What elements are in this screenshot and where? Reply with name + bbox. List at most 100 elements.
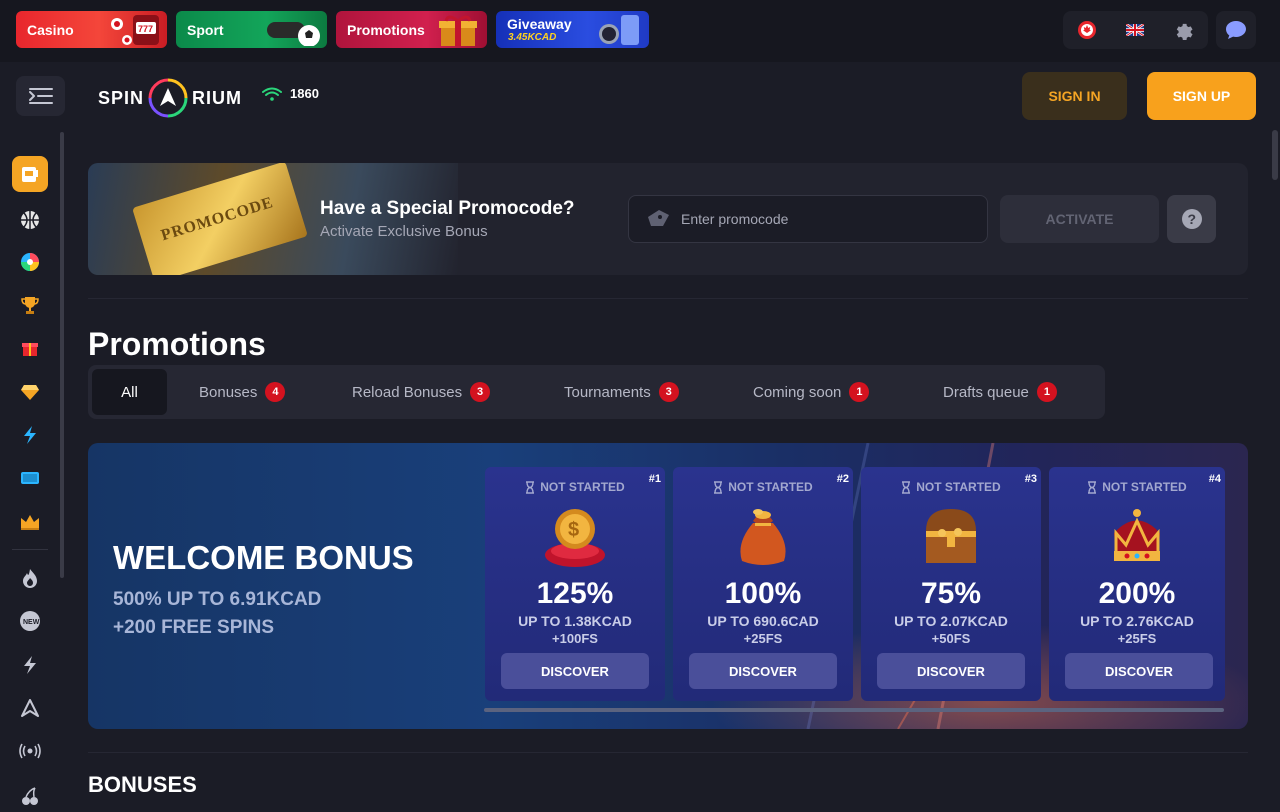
bonus-number: #2: [836, 473, 849, 485]
slot-machine-icon: 777: [111, 15, 159, 45]
count-badge: 3: [658, 382, 679, 402]
discover-button[interactable]: DISCOVER: [501, 653, 649, 689]
svg-text:$: $: [568, 519, 579, 541]
activate-button[interactable]: ACTIVATE: [1000, 195, 1159, 243]
new-badge-icon: NEW: [20, 611, 40, 631]
treasure-chest-icon: [926, 509, 976, 563]
hourglass-icon: [1088, 480, 1097, 494]
bonus-card-1: NOT STARTED #1 $ 125% UP TO 1.38KCAD +10…: [485, 467, 665, 701]
sidebar-item-slots[interactable]: [12, 778, 48, 812]
category-label: Casino: [27, 22, 74, 38]
bonus-percent: 100%: [724, 577, 802, 610]
site-logo[interactable]: SPIN RIUM: [98, 78, 242, 118]
gear-icon: [1176, 23, 1193, 40]
sidebar-item-instant[interactable]: [12, 647, 48, 683]
menu-toggle-button[interactable]: [16, 76, 65, 116]
promocode-field[interactable]: [628, 195, 988, 243]
count-badge: 3: [470, 382, 491, 402]
sidebar-item-new[interactable]: NEW: [12, 603, 48, 639]
language-button[interactable]: [1123, 18, 1147, 42]
coin-on-pillow-icon: $: [545, 509, 605, 567]
sidebar-item-tournaments[interactable]: [12, 287, 48, 323]
crown-icon: [1114, 509, 1160, 561]
chat-button[interactable]: [1216, 11, 1256, 49]
bonus-number: #4: [1208, 473, 1221, 485]
svg-text:777: 777: [138, 24, 153, 34]
ticket-text: PROMOCODE: [159, 193, 276, 245]
bonus-cards-scrollbar[interactable]: [484, 708, 1224, 712]
crown-icon: [21, 515, 39, 530]
sidebar-item-wheel[interactable]: [12, 244, 48, 280]
online-players: 1860: [262, 86, 319, 101]
bonus-percent: 125%: [536, 577, 614, 610]
category-casino-tab[interactable]: Casino 777: [16, 11, 167, 48]
sidebar-item-fast[interactable]: [12, 417, 48, 453]
category-giveaway-tab[interactable]: Giveaway 3.45KCAD: [496, 11, 649, 48]
tab-bonuses[interactable]: Bonuses 4: [199, 369, 286, 415]
discover-button[interactable]: DISCOVER: [689, 653, 837, 689]
live-broadcast-icon: [19, 743, 41, 759]
menu-collapse-icon: [28, 88, 53, 104]
category-label: Promotions: [347, 22, 425, 38]
discover-button[interactable]: DISCOVER: [1065, 653, 1213, 689]
page-scrollbar[interactable]: [1272, 130, 1278, 180]
hourglass-icon: [526, 480, 535, 494]
promocode-help-button[interactable]: ?: [1167, 195, 1216, 243]
category-sport-tab[interactable]: Sport: [176, 11, 327, 48]
sidebar-item-hot[interactable]: [12, 560, 48, 596]
bonus-status-text: NOT STARTED: [916, 480, 1001, 494]
sign-in-button[interactable]: SIGN IN: [1022, 72, 1127, 120]
tab-coming-soon[interactable]: Coming soon 1: [753, 369, 870, 415]
welcome-bonus-spins: +200 FREE SPINS: [113, 617, 275, 638]
count-badge: 1: [1036, 382, 1057, 402]
bonuses-section-title: BONUSES: [88, 772, 197, 797]
bonus-upto: UP TO 2.76KCAD: [1080, 613, 1194, 629]
money-bag-icon: [740, 509, 786, 565]
welcome-bonus-banner: WELCOME BONUS 500% UP TO 6.91KCAD +200 F…: [88, 443, 1248, 729]
gift-icon: [22, 343, 38, 356]
tab-label: Tournaments: [564, 383, 651, 401]
bonus-free-spins: +50FS: [931, 631, 971, 646]
wifi-icon: [262, 87, 282, 101]
top-settings-group: [1063, 11, 1208, 49]
category-promotions-tab[interactable]: Promotions: [336, 11, 487, 48]
sidebar-item-sport[interactable]: [12, 202, 48, 238]
question-icon: ?: [1181, 209, 1202, 229]
count-badge: 1: [849, 382, 870, 402]
promotion-filter-tabs: All Bonuses 4 Reload Bonuses 3 Tournamen…: [88, 365, 1105, 419]
tab-reload-bonuses[interactable]: Reload Bonuses 3: [352, 369, 491, 415]
settings-button[interactable]: [1171, 18, 1195, 42]
sidebar-item-casino[interactable]: [12, 156, 48, 192]
divider: [88, 752, 1248, 753]
promocode-input[interactable]: [681, 211, 961, 227]
tab-drafts-queue[interactable]: Drafts queue 1: [943, 369, 1057, 415]
sidebar-item-promotions[interactable]: [12, 330, 48, 366]
discover-button[interactable]: DISCOVER: [877, 653, 1025, 689]
sign-up-button[interactable]: SIGN UP: [1147, 72, 1256, 120]
ticket-icon: [21, 472, 39, 484]
sidebar-item-king[interactable]: [12, 504, 48, 540]
canada-flag-icon: [1078, 21, 1096, 39]
bonus-status-text: NOT STARTED: [1102, 480, 1187, 494]
tab-tournaments[interactable]: Tournaments 3: [564, 369, 679, 415]
tab-all[interactable]: All: [92, 369, 167, 415]
divider: [88, 298, 1248, 299]
bonus-status: NOT STARTED: [673, 480, 853, 494]
logo-ring-icon: [148, 78, 188, 118]
tab-label: Drafts queue: [943, 383, 1029, 401]
bonus-free-spins: +100FS: [552, 631, 598, 646]
color-wheel-icon: [21, 253, 39, 271]
fire-icon: [23, 569, 37, 588]
region-flag-button[interactable]: [1075, 18, 1099, 42]
bonus-status: NOT STARTED: [485, 480, 665, 494]
sidebar-item-tickets[interactable]: [12, 460, 48, 496]
sidebar-item-vip[interactable]: [12, 374, 48, 410]
sidebar-item-live[interactable]: [12, 733, 48, 769]
tab-label: Reload Bonuses: [352, 383, 463, 401]
hourglass-icon: [902, 480, 911, 494]
promocode-subtitle: Activate Exclusive Bonus: [320, 223, 488, 240]
sidebar-item-spinarium[interactable]: [12, 690, 48, 726]
diamond-icon: [21, 385, 39, 400]
sidebar-scrollbar[interactable]: [60, 132, 64, 578]
online-count: 1860: [290, 86, 319, 101]
